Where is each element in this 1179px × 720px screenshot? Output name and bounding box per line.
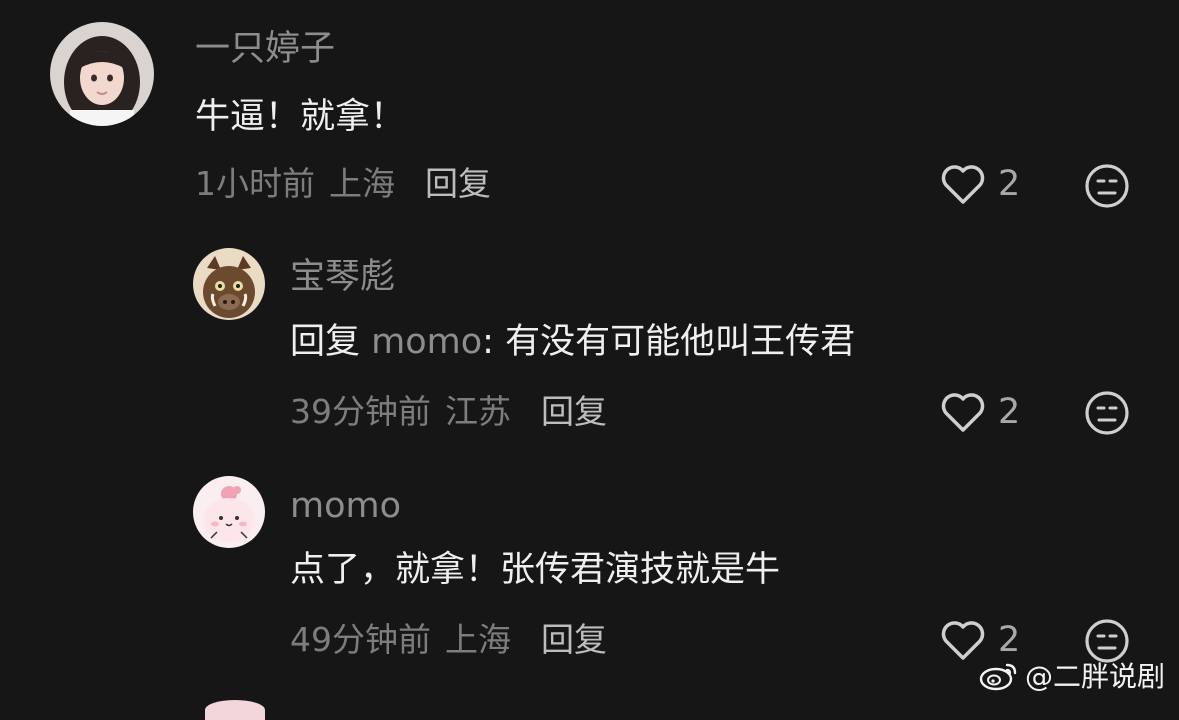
like-button[interactable]: 2 bbox=[940, 391, 1020, 433]
comment-content: 牛逼！就拿！ bbox=[195, 97, 406, 137]
comment-meta: 49分钟前 上海 回复 bbox=[290, 623, 607, 656]
avatar[interactable] bbox=[193, 248, 265, 320]
avatar[interactable] bbox=[50, 22, 154, 126]
reply-button[interactable]: 回复 bbox=[541, 620, 607, 659]
comment-meta: 1小时前 上海 回复 bbox=[195, 167, 491, 200]
like-count: 2 bbox=[998, 163, 1021, 204]
heart-outline-icon bbox=[941, 165, 985, 204]
like-button[interactable]: 2 bbox=[940, 163, 1020, 205]
comment-content: : 有没有可能他叫王传君 bbox=[482, 322, 856, 362]
neutral-face-icon bbox=[1085, 164, 1129, 208]
comment-content: 点了，就拿！张传君演技就是牛 bbox=[290, 550, 781, 590]
username[interactable]: momo bbox=[290, 489, 401, 524]
next-comment-avatar bbox=[205, 700, 265, 720]
pink-cartoon-avatar-icon bbox=[193, 476, 265, 548]
avatar[interactable] bbox=[193, 476, 265, 548]
dislike-button[interactable] bbox=[1084, 390, 1130, 436]
girl-photo-avatar-icon bbox=[50, 22, 154, 126]
comment-text: 回复 momo: 有没有可能他叫王传君 bbox=[290, 325, 855, 360]
weibo-logo-icon bbox=[979, 663, 1017, 691]
comment-text: 点了，就拿！张传君演技就是牛 bbox=[290, 553, 780, 588]
location: 上海 bbox=[329, 164, 395, 203]
like-count: 2 bbox=[998, 619, 1021, 660]
like-count: 2 bbox=[998, 391, 1021, 432]
boar-cartoon-avatar-icon bbox=[193, 248, 265, 320]
dislike-button[interactable] bbox=[1084, 163, 1130, 209]
comment-meta: 39分钟前 江苏 回复 bbox=[290, 395, 607, 428]
username[interactable]: 一只婷子 bbox=[195, 32, 335, 67]
watermark-text: @二胖说剧 bbox=[1024, 660, 1165, 693]
reply-prefix: 回复 bbox=[290, 322, 361, 362]
heart-outline-icon bbox=[941, 393, 985, 432]
timestamp: 1小时前 bbox=[195, 164, 315, 203]
username[interactable]: 宝琴彪 bbox=[290, 260, 395, 295]
reply-button[interactable]: 回复 bbox=[541, 392, 607, 431]
mention-username[interactable]: momo bbox=[371, 322, 482, 362]
location: 上海 bbox=[445, 620, 511, 659]
timestamp: 49分钟前 bbox=[290, 620, 431, 659]
reply-button[interactable]: 回复 bbox=[425, 164, 491, 203]
location: 江苏 bbox=[445, 392, 511, 431]
neutral-face-icon bbox=[1085, 391, 1129, 435]
comment-text: 牛逼！就拿！ bbox=[195, 100, 405, 135]
timestamp: 39分钟前 bbox=[290, 392, 431, 431]
watermark: @二胖说剧 bbox=[979, 655, 1165, 695]
